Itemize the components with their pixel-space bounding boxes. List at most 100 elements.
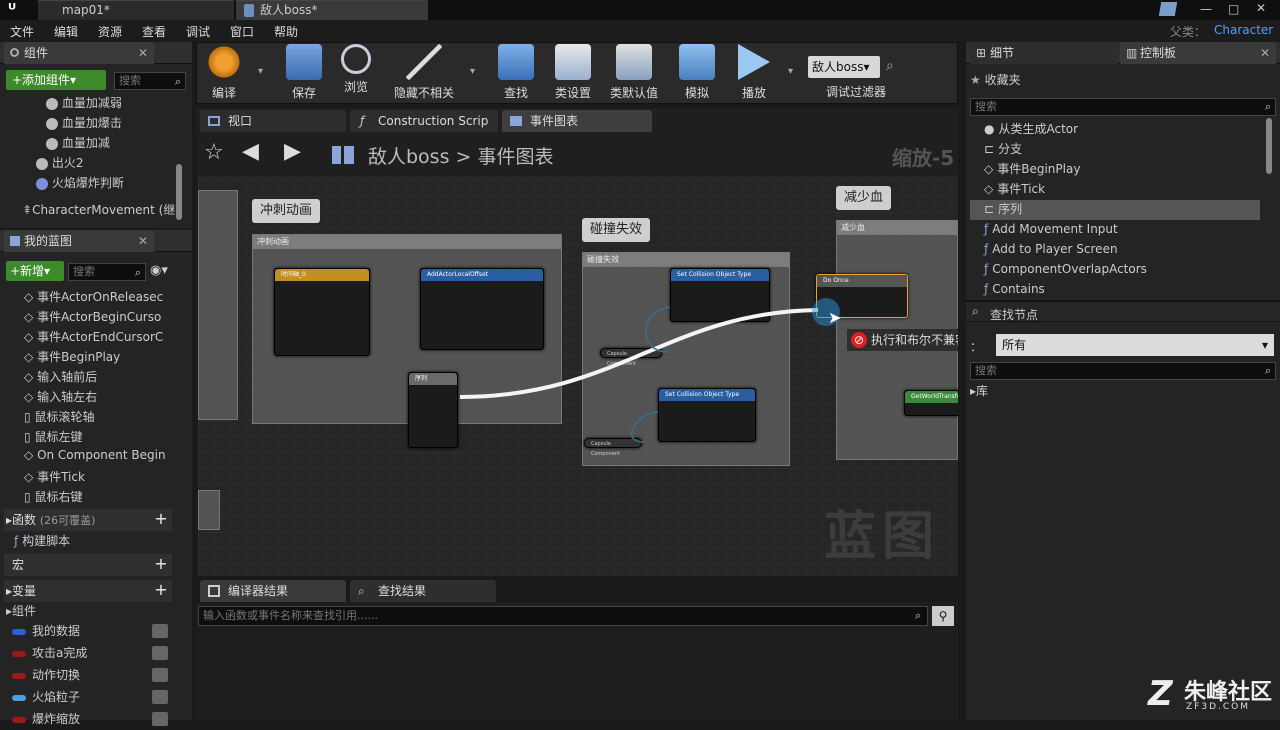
variable-item[interactable]: 攻击a完成 (12, 644, 168, 664)
hide-unrelated-button[interactable]: 隐藏不相关 (386, 44, 462, 102)
tab-find-results[interactable]: ⌕ 查找结果 (350, 580, 496, 602)
event-item[interactable]: ▯ 鼠标滚轮轴 (24, 408, 94, 428)
minimize-button[interactable]: — (1200, 2, 1212, 16)
parent-class-link[interactable]: Character (1214, 23, 1273, 37)
menu-help[interactable]: 帮助 (274, 23, 298, 40)
component-item[interactable]: 血量加减弱 (46, 94, 122, 114)
add-variable-icon[interactable]: + (154, 582, 168, 598)
close-button[interactable]: ✕ (1256, 1, 1266, 15)
find-button[interactable]: 查找 (494, 44, 538, 102)
binoculars-button[interactable]: ⚲ (932, 606, 954, 626)
palette-item[interactable]: ƒ Add Movement Input (970, 220, 1260, 240)
visibility-toggle[interactable] (152, 624, 168, 638)
add-function-icon[interactable]: + (154, 511, 168, 527)
component-item[interactable]: 血量加爆击 (46, 114, 122, 134)
tab-components[interactable]: 组件 ✕ (4, 42, 154, 64)
tab-map01[interactable]: map01* (38, 0, 234, 20)
menu-view[interactable]: 查看 (142, 23, 166, 40)
tab-details[interactable]: ⊞ 细节 (970, 42, 1118, 64)
favorites-header[interactable]: ★ 收藏夹 (970, 70, 1276, 90)
source-control-icon[interactable] (1158, 2, 1178, 16)
tab-my-blueprint[interactable]: 我的蓝图 ✕ (4, 230, 154, 252)
palette-item[interactable]: ƒ Contains (970, 280, 1260, 300)
component-search-input[interactable]: 搜索 ⌕ (114, 72, 186, 90)
event-item[interactable]: ◇ 事件Tick (24, 468, 85, 488)
event-item[interactable]: ▯ 鼠标左键 (24, 428, 82, 448)
palette-item[interactable]: ƒ Add to Player Screen (970, 240, 1260, 260)
new-button[interactable]: +新增▾ (6, 261, 64, 281)
menu-file[interactable]: 文件 (10, 23, 34, 40)
close-icon[interactable]: ✕ (1260, 42, 1270, 64)
variable-item[interactable]: 动作切换 (12, 666, 168, 686)
visibility-toggle[interactable] (152, 668, 168, 682)
variable-item[interactable]: 火焰粒子 (12, 688, 168, 708)
debug-object-select[interactable]: 敌人boss▾ (808, 56, 880, 78)
palette-search-input[interactable]: 搜索 ⌕ (970, 98, 1276, 116)
menu-window[interactable]: 窗口 (230, 23, 254, 40)
variable-group[interactable]: ▸组件 (6, 602, 36, 622)
eye-icon[interactable]: ◉▾ (150, 263, 168, 278)
event-item[interactable]: ◇ 输入轴前后 (24, 368, 97, 388)
tab-enemy-boss[interactable]: 敌人boss* (236, 0, 428, 20)
variable-item[interactable]: 爆炸缩放 (12, 710, 168, 730)
menu-asset[interactable]: 资源 (98, 23, 122, 40)
find-node-search-input[interactable]: 搜索 ⌕ (970, 362, 1276, 380)
components-scrollbar[interactable] (176, 164, 182, 220)
node-icon: ● (984, 122, 995, 136)
component-item[interactable]: 火焰爆炸判断 (36, 174, 124, 194)
event-graph-canvas[interactable]: ☆ ◀ ▶ 敌人boss > 事件图表 缩放-5 冲刺动画 冲刺动画 碰撞失效 … (198, 132, 958, 576)
component-item[interactable]: 出火2 (36, 154, 83, 174)
filter-select[interactable]: 所有 ▾ (996, 334, 1274, 356)
library-tree-item[interactable]: ▸库 (970, 382, 988, 399)
palette-item[interactable]: ⊏ 序列 (970, 200, 1260, 220)
add-component-button[interactable]: +添加组件▾ (6, 70, 106, 90)
close-icon[interactable]: ✕ (138, 230, 148, 252)
visibility-toggle[interactable] (152, 690, 168, 704)
event-item[interactable]: ◇ 事件ActorEndCursorC (24, 328, 163, 348)
event-item[interactable]: ◇ 事件ActorOnReleasec (24, 288, 163, 308)
palette-scrollbar[interactable] (1266, 118, 1272, 174)
play-options-icon[interactable]: ▾ (788, 66, 793, 77)
variables-section[interactable]: ▸变量 + (4, 580, 172, 602)
browse-button[interactable]: 浏览 (332, 44, 380, 102)
palette-item[interactable]: ● 从类生成Actor (970, 120, 1260, 140)
event-item[interactable]: ◇ On Component Begin (24, 448, 166, 468)
tab-event-graph[interactable]: 事件图表 (502, 110, 652, 132)
event-item[interactable]: ◇ 输入轴左右 (24, 388, 97, 408)
menu-edit[interactable]: 编辑 (54, 23, 78, 40)
menu-debug[interactable]: 调试 (186, 23, 210, 40)
visibility-toggle[interactable] (152, 646, 168, 660)
palette-item[interactable]: ⊏ 分支 (970, 140, 1260, 160)
tab-compiler-results[interactable]: 编译器结果 (200, 580, 346, 602)
close-icon[interactable]: ✕ (138, 42, 148, 64)
palette-item[interactable]: ◇ 事件Tick (970, 180, 1260, 200)
class-settings-button[interactable]: 类设置 (550, 44, 596, 102)
construction-script-item[interactable]: ƒ 构建脚本 (14, 532, 70, 552)
functions-section[interactable]: ▸函数 (26可覆盖) + (4, 509, 172, 531)
save-button[interactable]: 保存 (280, 44, 328, 102)
add-macro-icon[interactable]: + (154, 556, 168, 572)
hide-unrelated-options-icon[interactable]: ▾ (470, 66, 475, 77)
macros-section[interactable]: 宏 + (4, 554, 172, 576)
event-item[interactable]: ◇ 事件BeginPlay (24, 348, 120, 368)
variable-item[interactable]: 我的数据 (12, 622, 168, 642)
tab-viewport[interactable]: 视口 (200, 110, 346, 132)
palette-item[interactable]: ◇ 事件BeginPlay (970, 160, 1260, 180)
maximize-button[interactable]: □ (1228, 2, 1239, 16)
event-item[interactable]: ▯ 鼠标右键 (24, 488, 82, 508)
compile-button[interactable]: 编译 (200, 44, 248, 102)
debug-search-icon[interactable]: ⌕ (886, 58, 894, 74)
simulate-button[interactable]: 模拟 (674, 44, 720, 102)
visibility-toggle[interactable] (152, 712, 168, 726)
component-item[interactable]: 血量加减 (46, 134, 110, 154)
component-item[interactable]: ⇞CharacterMovement (继 (22, 201, 175, 221)
compile-options-icon[interactable]: ▾ (258, 66, 263, 77)
tab-construction-script[interactable]: ƒ Construction Scrip (350, 110, 498, 132)
tab-palette[interactable]: ▥ 控制板 ✕ (1120, 42, 1276, 64)
class-defaults-button[interactable]: 类默认值 (606, 44, 662, 102)
find-references-input[interactable]: 输入函数或事件名称来查找引用...... ⌕ (198, 606, 928, 626)
blueprint-search-input[interactable]: 搜索 ⌕ (68, 263, 146, 281)
play-button[interactable]: 播放 (730, 44, 778, 102)
palette-item[interactable]: ƒ ComponentOverlapActors (970, 260, 1260, 280)
event-item[interactable]: ◇ 事件ActorBeginCurso (24, 308, 161, 328)
